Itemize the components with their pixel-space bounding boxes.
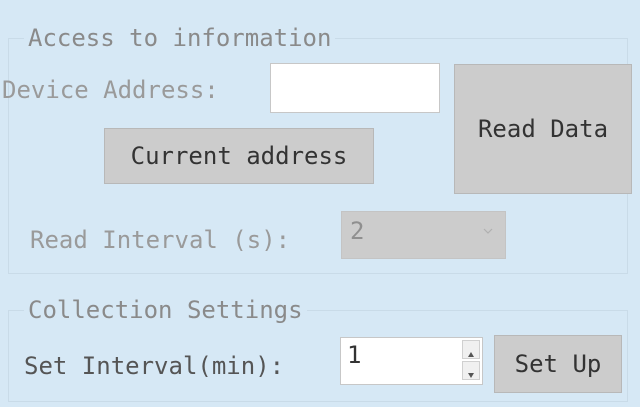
set-interval-label: Set Interval(min): [24,352,285,380]
set-interval-stepper[interactable]: 1 [340,337,483,385]
read-data-button[interactable]: Read Data [454,64,632,194]
chevron-down-icon [483,228,493,234]
set-up-button[interactable]: Set Up [494,335,622,393]
current-address-button[interactable]: Current address [104,128,374,184]
triangle-down-icon [468,373,474,378]
collection-group-title: Collection Settings [24,296,307,324]
stepper-up-button[interactable] [462,340,480,359]
access-group-title: Access to information [24,24,336,52]
read-interval-select[interactable]: 2 [341,211,506,259]
main-panel: Access to information Device Address: Cu… [0,0,640,407]
stepper-down-button[interactable] [462,361,480,380]
set-interval-value: 1 [347,341,362,369]
read-interval-label: Read Interval (s): [30,226,291,254]
device-address-label: Device Address: [2,76,219,104]
device-address-input[interactable] [270,63,440,113]
stepper-buttons [462,340,480,380]
read-interval-value: 2 [350,217,365,245]
